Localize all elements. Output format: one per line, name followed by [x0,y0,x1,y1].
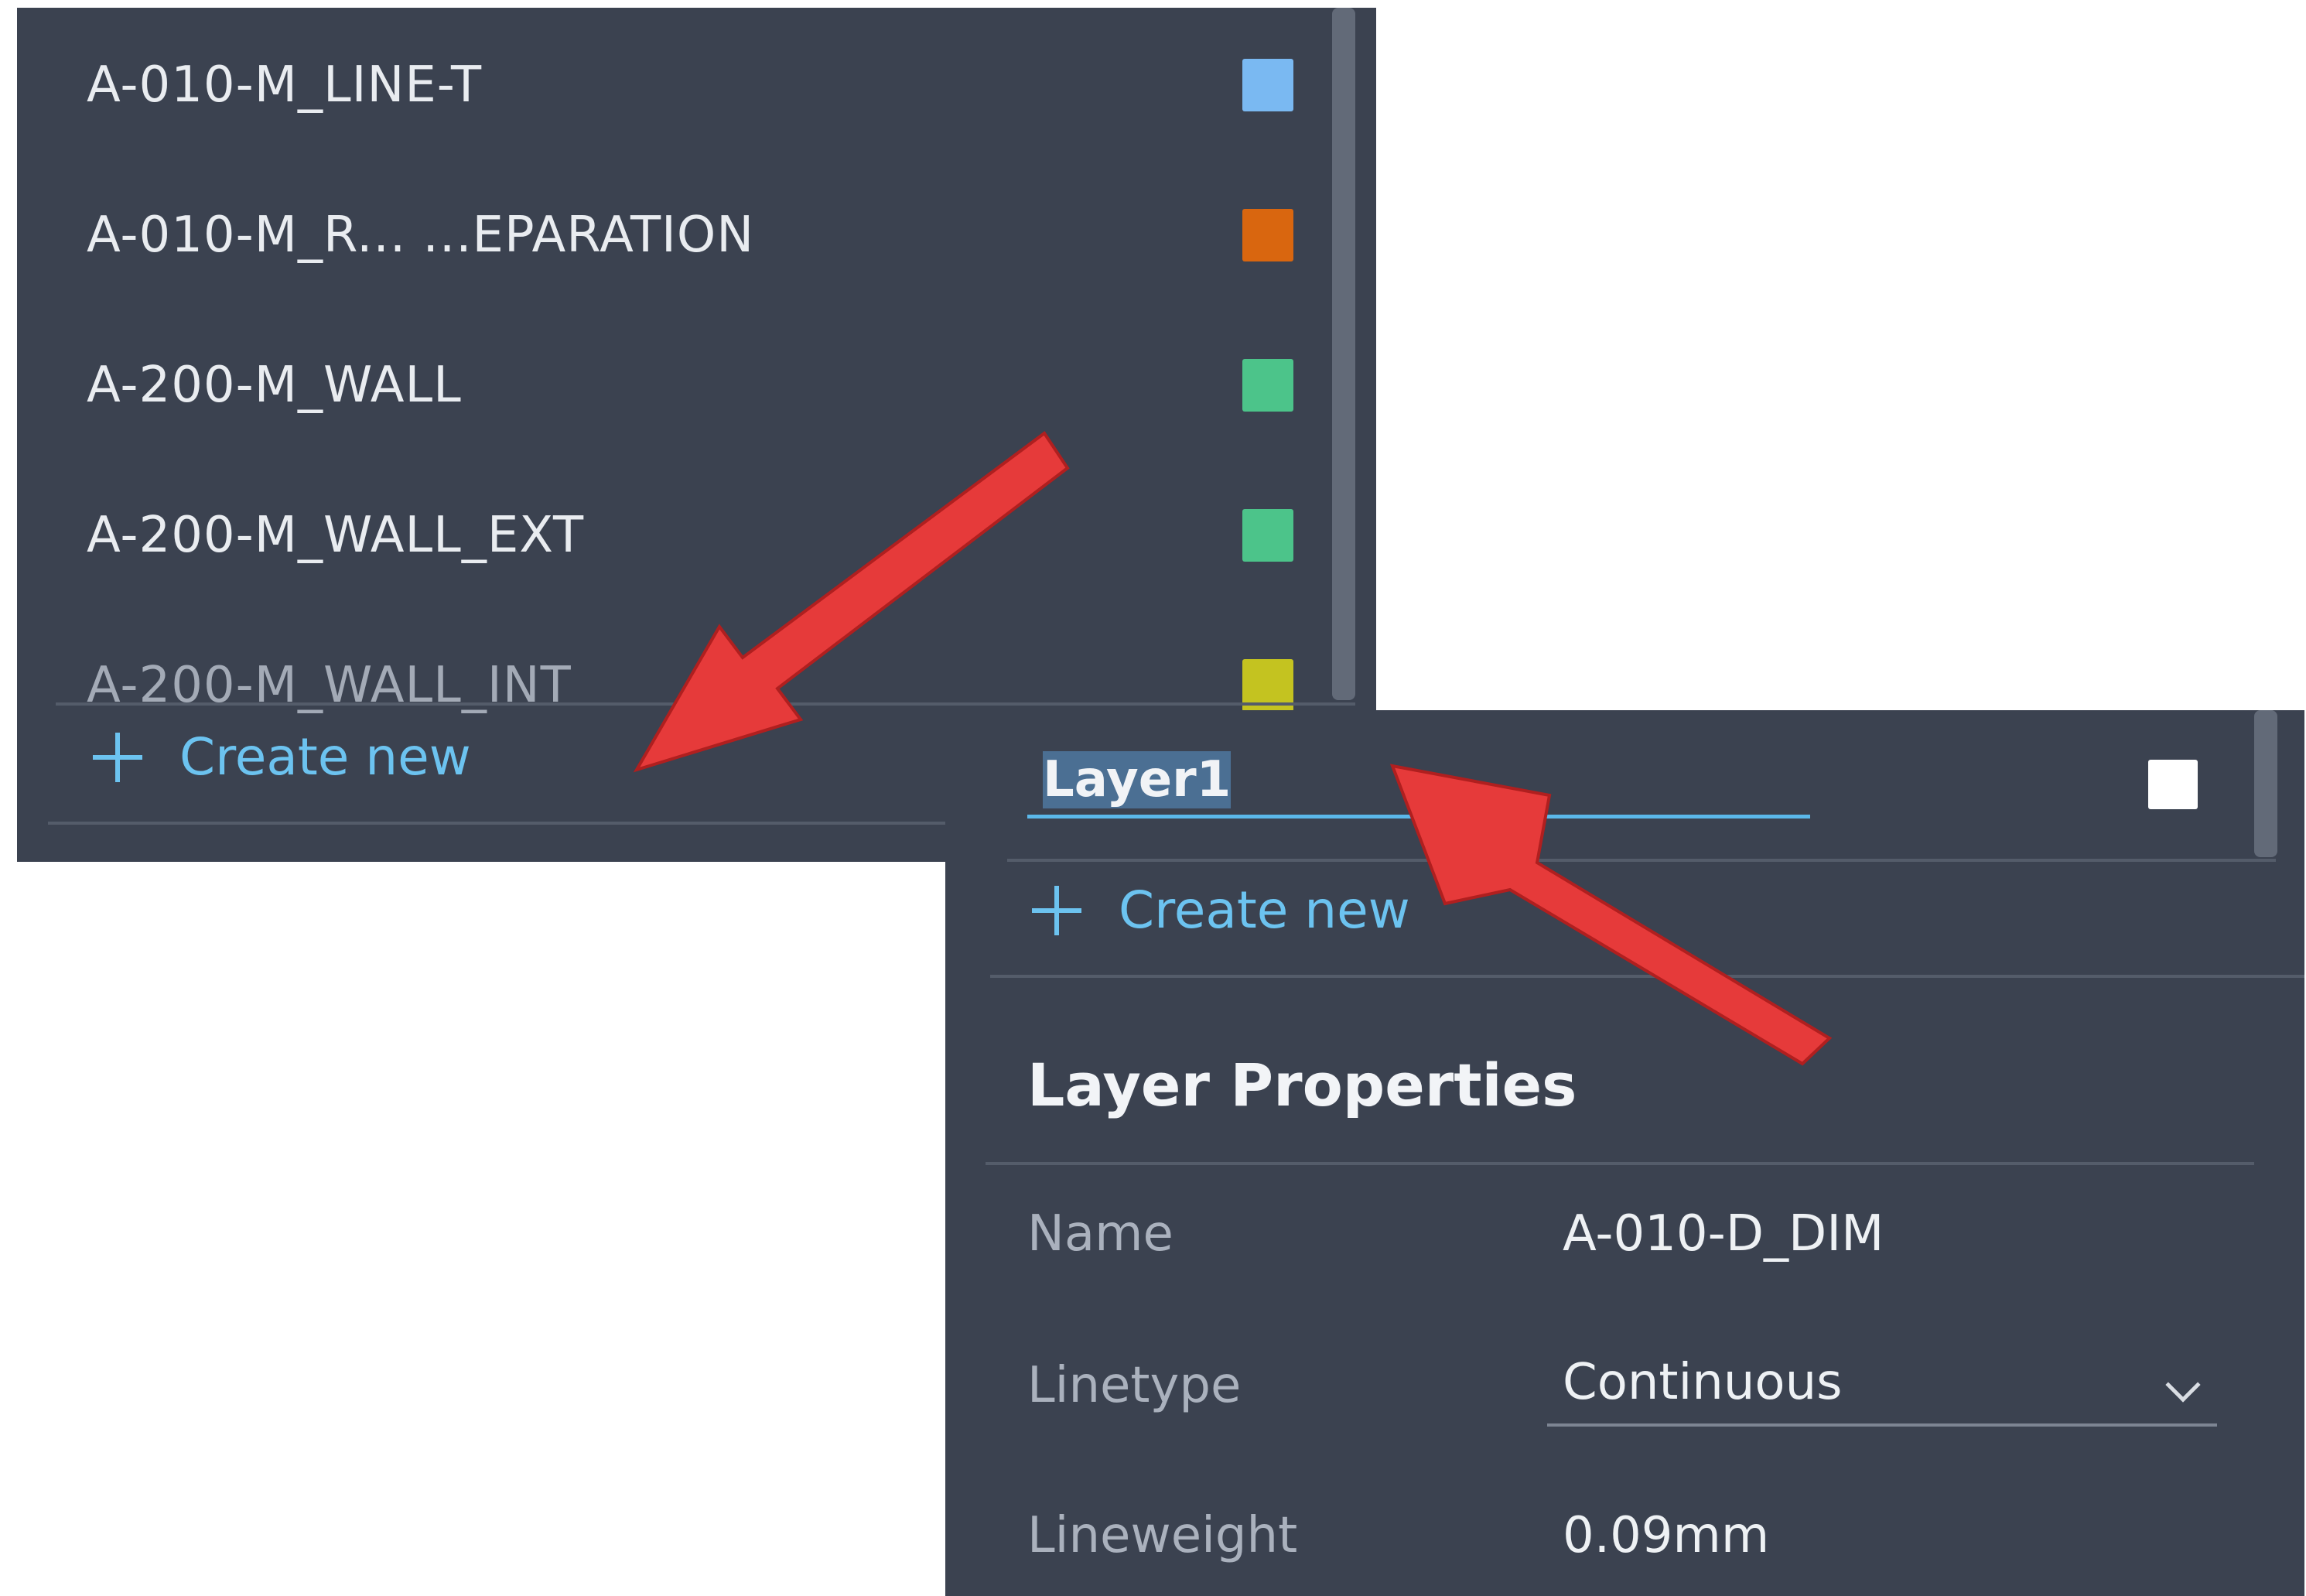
lineweight-label: Lineweight [1027,1507,1298,1564]
layer-item-name: A-010-M_R... ...EPARATION [87,207,755,264]
create-new-layer-button[interactable]: Create new [93,727,471,787]
linetype-value: Continuous [1563,1354,1843,1411]
layer-properties-title: Layer Properties [1027,1051,1577,1119]
layer-item[interactable]: A-010-M_R... ...EPARATION [87,189,1293,282]
lineweight-value[interactable]: 0.09mm [1563,1507,1769,1564]
name-label: Name [1027,1205,1173,1263]
plus-icon [1032,885,1081,935]
layer-color-swatch[interactable] [2148,760,2198,809]
screenshot-stage: A-010-M_LINE-T A-010-M_R... ...EPARATION… [0,0,2306,1596]
layer-color-swatch[interactable] [1242,59,1293,111]
layer-item-name: A-010-M_LINE-T [87,56,483,114]
layer-name-input-value: Layer1 [1043,751,1232,808]
linetype-label: Linetype [1027,1357,1242,1414]
layer-item-name: A-200-M_WALL [87,357,462,414]
layer-color-swatch[interactable] [1242,209,1293,261]
create-new-label: Create new [179,727,471,787]
linetype-select[interactable]: Continuous [1547,1345,2217,1427]
new-layer-panel: Layer1 Create new Layer Properties Name … [945,710,2304,1596]
layer-color-swatch[interactable] [1242,509,1293,562]
divider [990,975,2304,978]
create-new-layer-button[interactable]: Create new [1032,880,1410,940]
layer-list-scrollbar[interactable] [1332,8,1355,700]
create-new-label: Create new [1119,880,1410,940]
layer-item[interactable]: A-200-M_WALL [87,339,1293,432]
divider [1007,859,2276,862]
chevron-down-icon [2165,1367,2201,1403]
layer-list-scrollbar[interactable] [2254,710,2277,857]
layer-color-swatch[interactable] [1242,359,1293,412]
plus-icon [93,732,142,782]
layer-name-input[interactable]: Layer1 [1027,741,1810,819]
divider [986,1162,2254,1165]
name-value[interactable]: A-010-D_DIM [1563,1205,1884,1263]
layer-item-name: A-200-M_WALL_EXT [87,507,585,564]
layer-item[interactable]: A-200-M_WALL_EXT [87,489,1293,582]
layer-item[interactable]: A-010-M_LINE-T [87,39,1293,132]
divider [56,702,1355,706]
